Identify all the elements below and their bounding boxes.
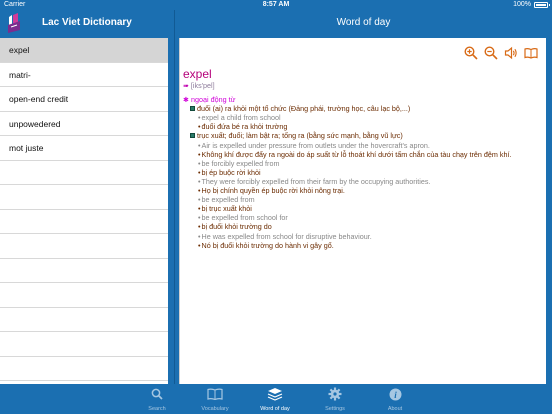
stack-icon (255, 386, 295, 402)
phonetic: [iks'pel] (190, 81, 215, 90)
word-list-item[interactable]: matri- (0, 63, 168, 87)
tab-word-of-day[interactable]: Word of day (255, 386, 295, 412)
status-time: 8:57 AM (262, 1, 290, 8)
open-book-icon[interactable] (524, 46, 538, 60)
headword: expel (183, 67, 212, 81)
sense-text: trục xuất; đuổi; làm bật ra; tống ra (bằ… (197, 131, 403, 141)
word-list-item[interactable]: expel (0, 38, 168, 63)
zoom-out-icon[interactable] (484, 46, 498, 60)
zoom-in-icon[interactable] (464, 46, 478, 60)
left-nav-bar: Lac Viet Dictionary (0, 10, 174, 36)
word-list-item[interactable]: mot juste (0, 136, 168, 161)
word-list-item[interactable]: unpowedered (0, 112, 168, 136)
senses: đuổi (ai) ra khỏi một tổ chức (Đảng phái… (183, 104, 541, 250)
split-divider (174, 10, 175, 384)
sense-bullet-icon (190, 106, 195, 112)
example-vietnamese: Không khí được đẩy ra ngoài do áp suất t… (183, 150, 541, 159)
book-icon (195, 386, 235, 402)
example-vietnamese: Họ bị chính quyền ép buộc rời khỏi nông … (183, 186, 541, 195)
sense-text: đuổi (ai) ra khỏi một tổ chức (Đảng phái… (197, 104, 411, 114)
pos-star-icon: ✱ (183, 95, 192, 105)
page-title: Word of day (336, 17, 391, 28)
empty-list-row (0, 332, 168, 357)
part-of-speech: ✱ ngoại động từ (183, 95, 541, 104)
empty-list-row (0, 308, 168, 332)
phonetic-arrow-icon: ➠ (183, 83, 189, 90)
tab-vocabulary[interactable]: Vocabulary (195, 386, 235, 412)
app-logo-icon[interactable] (6, 13, 22, 33)
empty-list-row (0, 161, 168, 185)
battery-icon (534, 2, 550, 8)
speaker-icon[interactable] (504, 46, 518, 60)
example-vietnamese: đuổi đứa bé ra khỏi trường (183, 122, 541, 131)
pos-label: ngoại động từ (191, 95, 236, 105)
empty-list-row (0, 234, 168, 259)
example-english: be expelled from school for (183, 213, 541, 222)
tab-search[interactable]: Search (137, 386, 177, 412)
example-english: be expelled from (183, 195, 541, 204)
example-vietnamese: bị ép buộc rời khỏi (183, 168, 541, 177)
example-vietnamese: bị trục xuất khỏi (183, 204, 541, 213)
tab-label: Word of day (260, 406, 290, 412)
toolbar (464, 46, 538, 60)
empty-list-row (0, 259, 168, 283)
example-english: expel a child from school (183, 113, 541, 122)
example-english: be forcibly expelled from (183, 159, 541, 168)
word-list-item[interactable]: open-end credit (0, 87, 168, 112)
empty-list-row (0, 185, 168, 210)
search-icon (137, 386, 177, 402)
tab-about[interactable]: i About (375, 386, 415, 412)
empty-list-row (0, 283, 168, 308)
info-icon: i (375, 386, 415, 402)
status-bar: Carrier 8:57 AM 100% (0, 0, 552, 10)
empty-list-row (0, 210, 168, 234)
tab-settings[interactable]: Settings (315, 386, 355, 412)
example-vietnamese: Nó bị đuổi khỏi trường do hành vi gây gổ… (183, 241, 541, 250)
example-vietnamese: bị đuổi khỏi trường do (183, 222, 541, 231)
sense-bullet-icon (190, 133, 195, 139)
battery-percent: 100% (513, 1, 531, 8)
tab-label: Vocabulary (201, 406, 229, 412)
app-title: Lac Viet Dictionary (42, 17, 132, 28)
word-list: expel matri-open-end credit unpowedered mot… (0, 38, 168, 384)
definition-panel: expel ➠ [iks'pel] ✱ ngoại động từ đuổi (… (179, 38, 546, 384)
sense-definition: đuổi (ai) ra khỏi một tổ chức (Đảng phái… (183, 104, 541, 113)
empty-list-row (0, 357, 168, 381)
tab-label: Search (148, 406, 166, 412)
example-english: He was expelled from school for disrupti… (183, 232, 541, 241)
example-english: They were forcibly expelled from their f… (183, 177, 541, 186)
dictionary-entry: expel ➠ [iks'pel] ✱ ngoại động từ đuổi (… (183, 68, 541, 250)
status-right: 100% (513, 0, 550, 10)
right-nav-bar: Word of day (175, 10, 552, 36)
tab-bar: Search Vocabulary Word of day Settings i… (0, 384, 552, 414)
tab-label: Settings (325, 406, 345, 412)
sense-definition: trục xuất; đuổi; làm bật ra; tống ra (bằ… (183, 131, 541, 140)
phonetic-line: ➠ [iks'pel] (183, 81, 541, 91)
tab-label: About (387, 406, 403, 412)
example-english: Air is expelled under pressure from outl… (183, 141, 541, 150)
gear-icon (315, 386, 355, 402)
